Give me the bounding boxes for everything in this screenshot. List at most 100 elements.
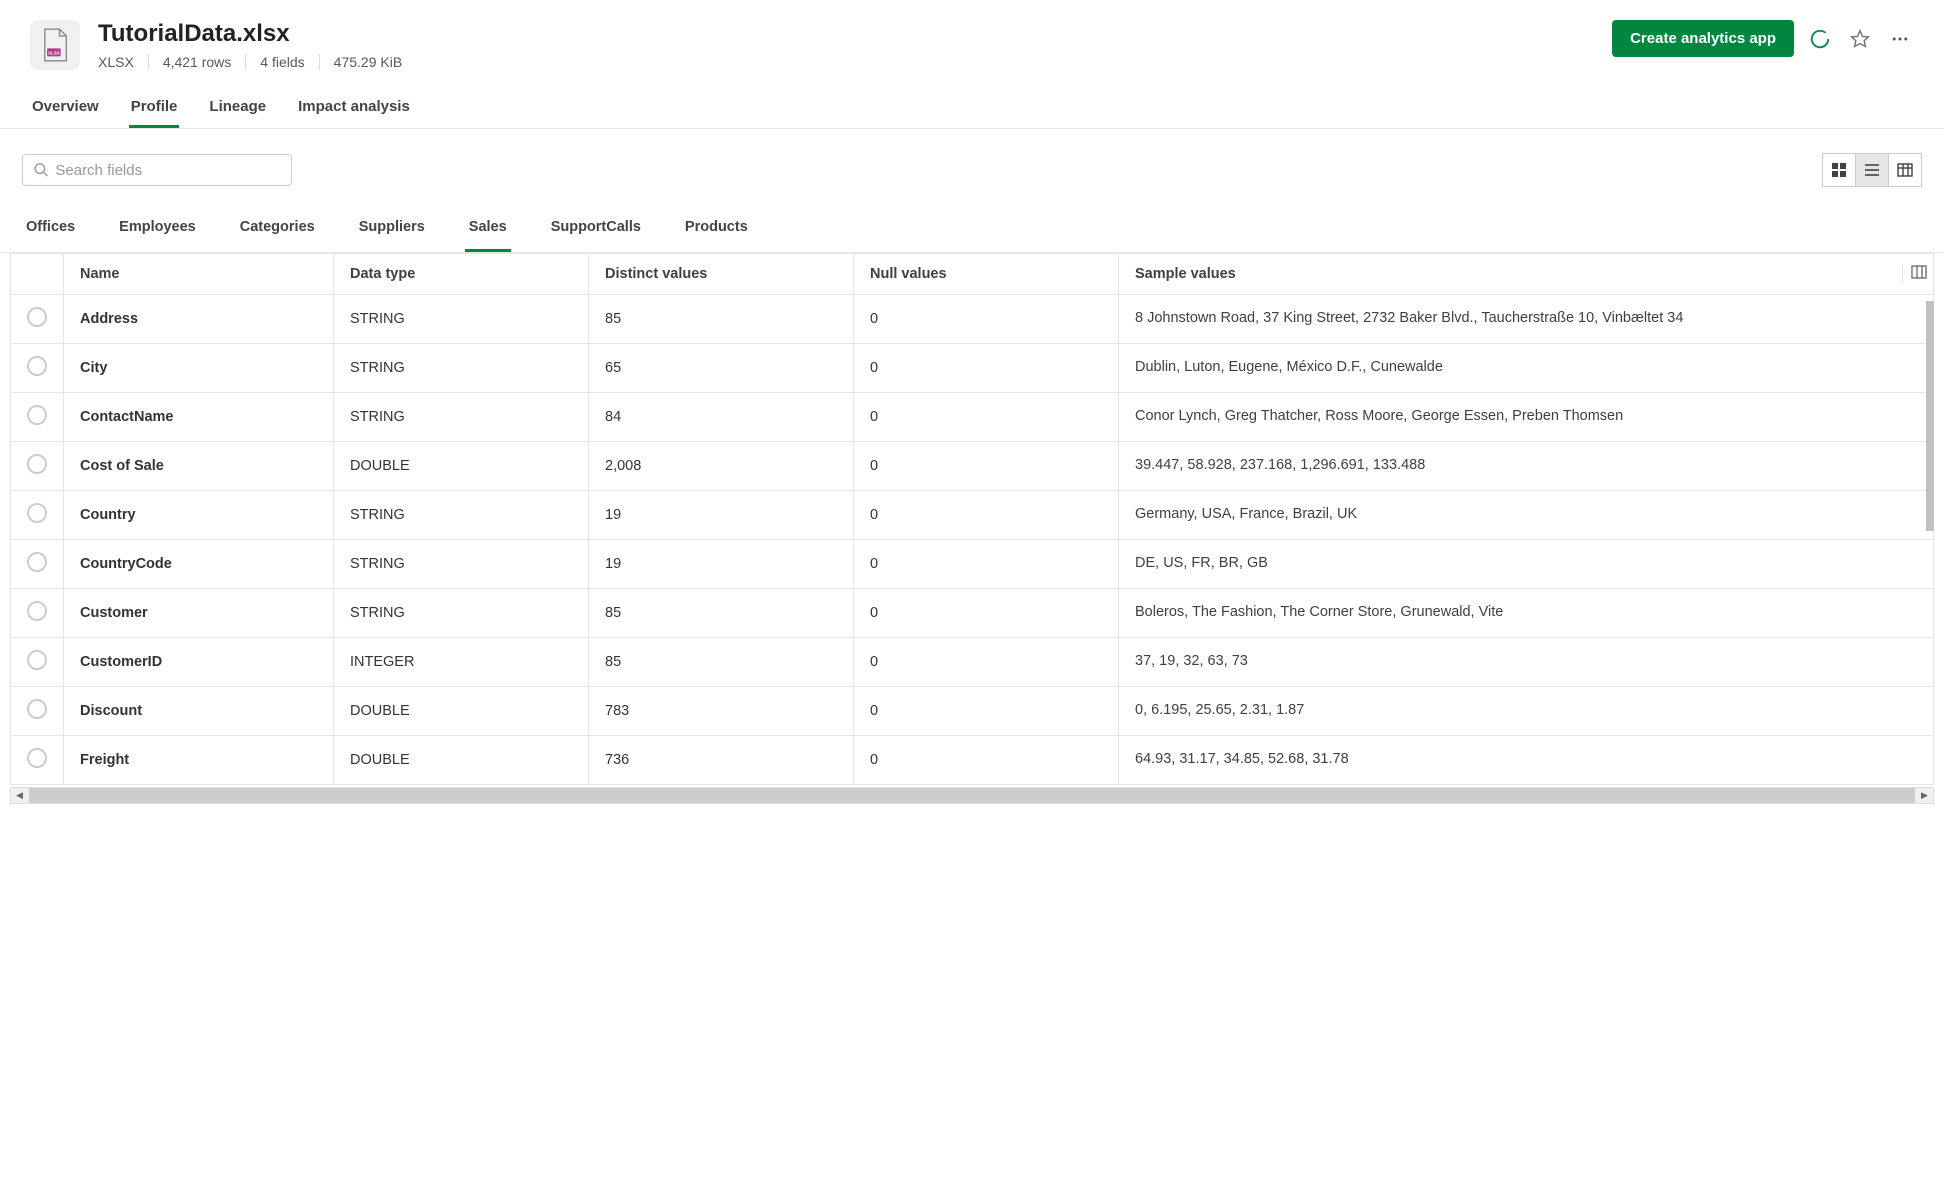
field-name: Freight xyxy=(64,736,334,785)
row-select[interactable] xyxy=(11,540,64,589)
field-name: Country xyxy=(64,491,334,540)
field-null: 0 xyxy=(854,442,1119,491)
radio-icon[interactable] xyxy=(27,405,47,425)
field-distinct: 736 xyxy=(589,736,854,785)
table-view-button[interactable] xyxy=(1888,153,1922,187)
field-sample: 37, 19, 32, 63, 73 xyxy=(1119,638,1934,687)
field-name: Cost of Sale xyxy=(64,442,334,491)
field-name: CountryCode xyxy=(64,540,334,589)
field-distinct: 85 xyxy=(589,589,854,638)
field-type: STRING xyxy=(334,393,589,442)
table-row[interactable]: CountrySTRING190Germany, USA, France, Br… xyxy=(11,491,1934,540)
meta-size: 475.29 KiB xyxy=(320,54,417,70)
sheet-tab-sales[interactable]: Sales xyxy=(465,207,511,252)
row-select[interactable] xyxy=(11,736,64,785)
scroll-track[interactable] xyxy=(29,788,1915,803)
horizontal-scrollbar[interactable]: ◀ ▶ xyxy=(10,787,1934,804)
table-row[interactable]: ContactNameSTRING840Conor Lynch, Greg Th… xyxy=(11,393,1934,442)
field-sample: 0, 6.195, 25.65, 2.31, 1.87 xyxy=(1119,687,1934,736)
row-select[interactable] xyxy=(11,295,64,344)
field-type: STRING xyxy=(334,344,589,393)
field-sample: Germany, USA, France, Brazil, UK xyxy=(1119,491,1934,540)
sheet-tab-offices[interactable]: Offices xyxy=(22,207,79,252)
tab-lineage[interactable]: Lineage xyxy=(207,88,268,128)
field-sample: Boleros, The Fashion, The Corner Store, … xyxy=(1119,589,1934,638)
search-fields-input-wrap[interactable] xyxy=(22,154,292,186)
radio-icon[interactable] xyxy=(27,454,47,474)
field-distinct: 65 xyxy=(589,344,854,393)
tab-impact-analysis[interactable]: Impact analysis xyxy=(296,88,412,128)
field-null: 0 xyxy=(854,589,1119,638)
field-distinct: 85 xyxy=(589,638,854,687)
col-header-select xyxy=(11,254,64,295)
sheet-tab-employees[interactable]: Employees xyxy=(115,207,200,252)
row-select[interactable] xyxy=(11,344,64,393)
more-icon[interactable] xyxy=(1886,25,1914,53)
radio-icon[interactable] xyxy=(27,503,47,523)
field-sample: 8 Johnstown Road, 37 King Street, 2732 B… xyxy=(1119,295,1934,344)
field-null: 0 xyxy=(854,638,1119,687)
search-input[interactable] xyxy=(55,162,281,179)
grid-view-button[interactable] xyxy=(1822,153,1856,187)
field-null: 0 xyxy=(854,736,1119,785)
sheet-tab-categories[interactable]: Categories xyxy=(236,207,319,252)
row-select[interactable] xyxy=(11,589,64,638)
radio-icon[interactable] xyxy=(27,552,47,572)
table-row[interactable]: Cost of SaleDOUBLE2,008039.447, 58.928, … xyxy=(11,442,1934,491)
field-type: INTEGER xyxy=(334,638,589,687)
field-type: DOUBLE xyxy=(334,736,589,785)
table-row[interactable]: AddressSTRING8508 Johnstown Road, 37 Kin… xyxy=(11,295,1934,344)
radio-icon[interactable] xyxy=(27,748,47,768)
field-null: 0 xyxy=(854,393,1119,442)
meta-filetype: XLSX xyxy=(98,54,149,70)
field-sample: Conor Lynch, Greg Thatcher, Ross Moore, … xyxy=(1119,393,1934,442)
scroll-left-icon[interactable]: ◀ xyxy=(11,788,28,803)
col-header-name[interactable]: Name xyxy=(64,254,334,295)
refresh-icon[interactable] xyxy=(1806,25,1834,53)
page-title: TutorialData.xlsx xyxy=(98,20,416,48)
field-name: Customer xyxy=(64,589,334,638)
col-header-sample-label: Sample values xyxy=(1135,266,1236,282)
field-name: Discount xyxy=(64,687,334,736)
table-row[interactable]: FreightDOUBLE736064.93, 31.17, 34.85, 52… xyxy=(11,736,1934,785)
list-view-button[interactable] xyxy=(1855,153,1889,187)
row-select[interactable] xyxy=(11,442,64,491)
xlsx-file-icon: XLSX xyxy=(30,20,80,70)
sheet-tab-suppliers[interactable]: Suppliers xyxy=(355,207,429,252)
column-settings-icon[interactable] xyxy=(1902,264,1927,284)
tab-overview[interactable]: Overview xyxy=(30,88,101,128)
radio-icon[interactable] xyxy=(27,307,47,327)
field-type: STRING xyxy=(334,295,589,344)
star-icon[interactable] xyxy=(1846,25,1874,53)
row-select[interactable] xyxy=(11,638,64,687)
row-select[interactable] xyxy=(11,687,64,736)
vertical-scrollbar[interactable] xyxy=(1926,301,1934,531)
table-row[interactable]: DiscountDOUBLE78300, 6.195, 25.65, 2.31,… xyxy=(11,687,1934,736)
field-sample: Dublin, Luton, Eugene, México D.F., Cune… xyxy=(1119,344,1934,393)
sheet-tab-products[interactable]: Products xyxy=(681,207,752,252)
table-row[interactable]: CitySTRING650Dublin, Luton, Eugene, Méxi… xyxy=(11,344,1934,393)
create-analytics-app-button[interactable]: Create analytics app xyxy=(1612,20,1794,57)
radio-icon[interactable] xyxy=(27,699,47,719)
field-null: 0 xyxy=(854,540,1119,589)
field-type: DOUBLE xyxy=(334,442,589,491)
col-header-sample[interactable]: Sample values xyxy=(1119,254,1934,295)
table-row[interactable]: CustomerSTRING850Boleros, The Fashion, T… xyxy=(11,589,1934,638)
radio-icon[interactable] xyxy=(27,601,47,621)
sheet-tab-supportcalls[interactable]: SupportCalls xyxy=(547,207,645,252)
field-distinct: 19 xyxy=(589,540,854,589)
table-row[interactable]: CustomerIDINTEGER85037, 19, 32, 63, 73 xyxy=(11,638,1934,687)
col-header-distinct[interactable]: Distinct values xyxy=(589,254,854,295)
tab-profile[interactable]: Profile xyxy=(129,88,180,128)
row-select[interactable] xyxy=(11,491,64,540)
col-header-type[interactable]: Data type xyxy=(334,254,589,295)
field-null: 0 xyxy=(854,491,1119,540)
field-distinct: 85 xyxy=(589,295,854,344)
col-header-null[interactable]: Null values xyxy=(854,254,1119,295)
field-sample: 39.447, 58.928, 237.168, 1,296.691, 133.… xyxy=(1119,442,1934,491)
row-select[interactable] xyxy=(11,393,64,442)
scroll-right-icon[interactable]: ▶ xyxy=(1916,788,1933,803)
radio-icon[interactable] xyxy=(27,650,47,670)
radio-icon[interactable] xyxy=(27,356,47,376)
table-row[interactable]: CountryCodeSTRING190DE, US, FR, BR, GB xyxy=(11,540,1934,589)
